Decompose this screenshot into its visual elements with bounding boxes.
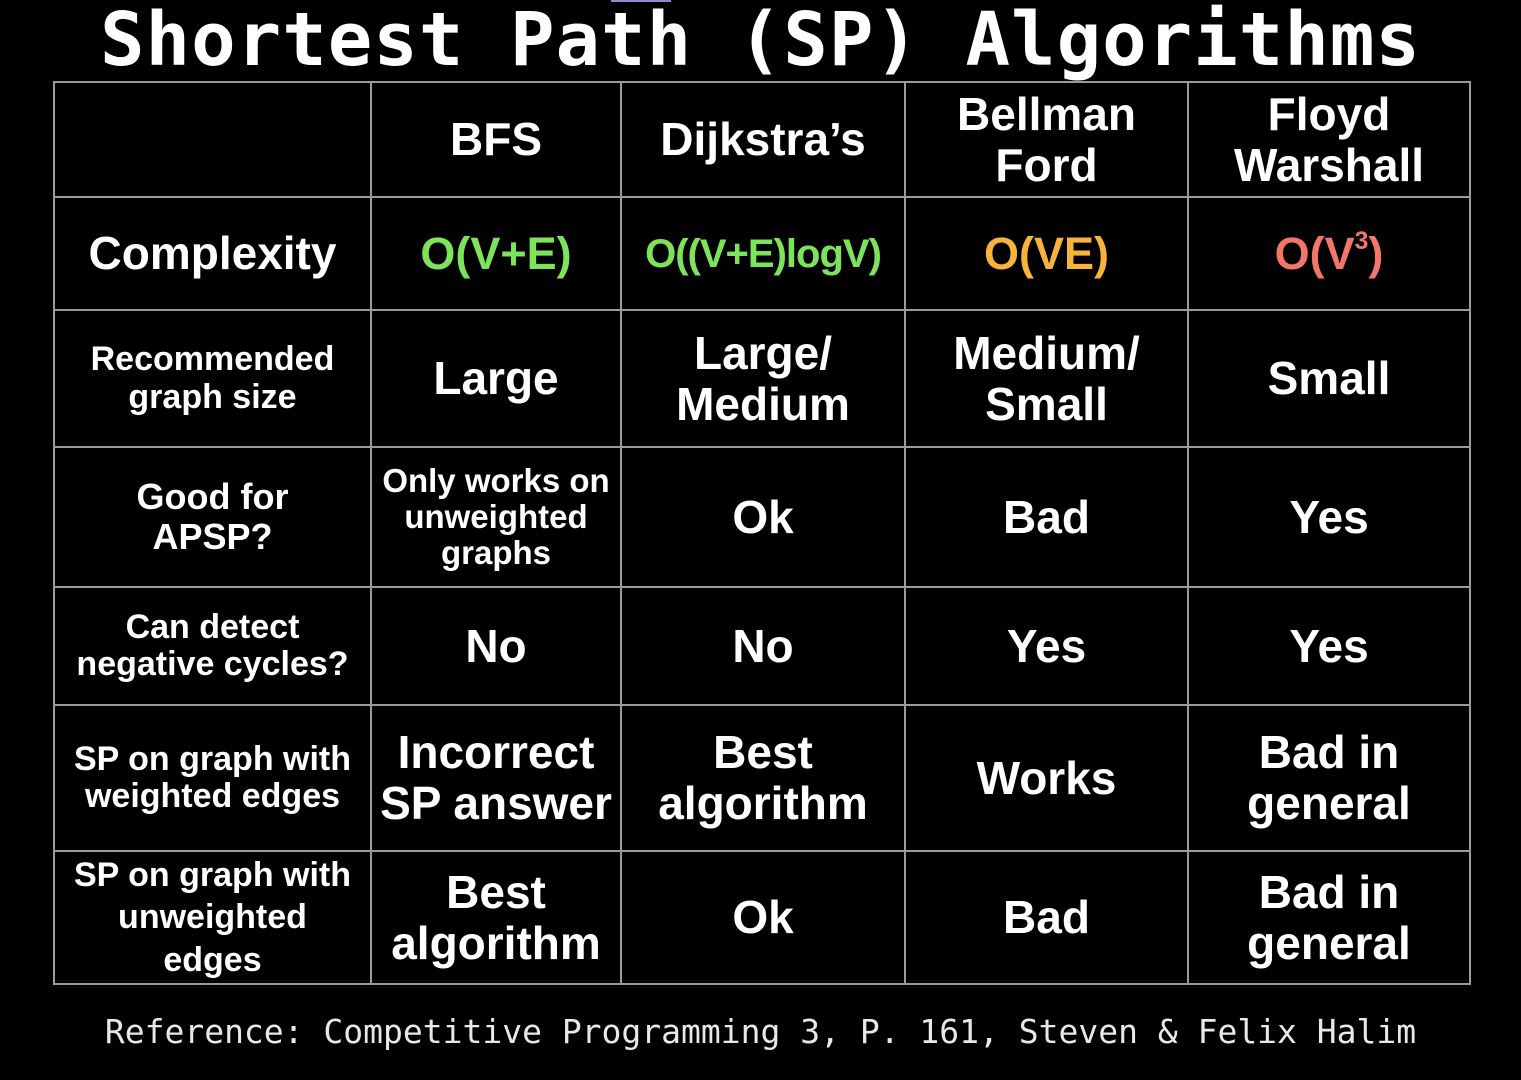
table-row-negative-cycles: Can detect negative cycles? No No Yes Ye… — [53, 586, 1471, 706]
complexity-value: O((V+E)logV) — [645, 231, 882, 276]
header-bellman-ford: Bellman Ford — [904, 81, 1189, 198]
cell-line: Only works on — [382, 461, 610, 499]
cell-line: Large/ — [693, 326, 833, 379]
row-label-line: Recommended — [90, 340, 335, 379]
cell-line: Medium/ — [953, 326, 1140, 379]
cell-floyd-warshall: Small — [1187, 309, 1471, 448]
complexity-floyd-warshall: O(V3) — [1187, 196, 1471, 311]
cell-line: algorithm — [658, 777, 868, 829]
cell-bellman-ford: Yes — [904, 586, 1189, 706]
complexity-value: O(V3) — [1275, 228, 1384, 279]
cell-bfs: Best algorithm — [370, 850, 622, 985]
row-label-unweighted: SP on graph with unweighted edges — [53, 850, 372, 985]
row-label-apsp: Good for APSP? — [53, 446, 372, 588]
header-floyd-warshall-line: Floyd — [1267, 87, 1391, 140]
complexity-close: ) — [1368, 228, 1384, 280]
complexity-base: O(V — [1274, 228, 1355, 280]
header-bfs: BFS — [370, 81, 622, 198]
row-label-line: Can detect — [125, 607, 300, 646]
cell-bfs: Only works on unweighted graphs — [370, 446, 622, 588]
cell-line: Bad in — [1258, 726, 1400, 779]
cell-line: Best — [713, 726, 813, 779]
cell-line: Best — [446, 865, 546, 918]
cell-floyd-warshall: Yes — [1187, 446, 1471, 588]
cell-line: Incorrect — [397, 726, 595, 779]
cell-line: algorithm — [391, 916, 601, 969]
row-label-line: graph size — [128, 377, 297, 416]
cell-line: Yes — [1006, 619, 1087, 672]
cell-bellman-ford: Bad — [904, 850, 1189, 985]
complexity-row: Complexity O(V+E) O((V+E)logV) O(VE) O(V… — [53, 196, 1471, 311]
cell-line: general — [1247, 777, 1411, 829]
cell-line: Bad — [1003, 490, 1090, 543]
complexity-exponent: 3 — [1354, 228, 1369, 256]
complexity-dijkstra: O((V+E)logV) — [620, 196, 906, 311]
cell-line: Works — [976, 751, 1117, 804]
cell-bfs: Large — [370, 309, 622, 448]
cell-line: Large — [433, 352, 559, 405]
header-floyd-warshall-line: Warshall — [1233, 138, 1425, 191]
cell-floyd-warshall: Bad in general — [1187, 850, 1471, 985]
cell-line: Yes — [1289, 619, 1369, 672]
row-label-negative-cycles: Can detect negative cycles? — [53, 586, 372, 706]
row-label-complexity: Complexity — [53, 196, 372, 311]
table-row-graph-size: Recommended graph size Large Large/Mediu… — [53, 309, 1471, 448]
cell-line: Small — [985, 377, 1108, 430]
complexity-value: O(VE) — [983, 227, 1109, 279]
cell-line: Ok — [732, 891, 794, 944]
cell-floyd-warshall: Bad in general — [1187, 704, 1471, 852]
row-label-line: unweighted — [118, 898, 307, 937]
comparison-table: BFS Dijkstra’s Bellman Ford Floyd Warsha… — [53, 81, 1471, 985]
cell-bellman-ford: Works — [904, 704, 1189, 852]
row-label-line: negative cycles? — [76, 645, 349, 683]
cell-line: Small — [1267, 352, 1391, 405]
cell-line: Bad — [1003, 891, 1090, 944]
header-floyd-warshall: Floyd Warshall — [1187, 81, 1471, 198]
row-label-line: weighted edges — [84, 777, 341, 815]
row-label-line: SP on graph with — [73, 855, 352, 894]
row-label-weighted: SP on graph with weighted edges — [53, 704, 372, 852]
cell-line: unweighted — [404, 497, 588, 535]
cell-dijkstra: Large/Medium — [620, 309, 906, 448]
row-label-graph-size: Recommended graph size — [53, 309, 372, 448]
slide-title: Shortest Path (SP) Algorithms — [99, 0, 1421, 83]
cell-dijkstra: Best algorithm — [620, 704, 906, 852]
cell-floyd-warshall: Yes — [1187, 586, 1471, 706]
complexity-value: O(V+E) — [420, 227, 572, 279]
complexity-bfs: O(V+E) — [370, 196, 622, 311]
header-dijkstra-line: Dijkstra’s — [660, 113, 866, 166]
complexity-bellman-ford: O(VE) — [904, 196, 1189, 311]
cell-bellman-ford: Medium/Small — [904, 309, 1189, 448]
header-dijkstra: Dijkstra’s — [620, 81, 906, 198]
cell-line: Medium — [676, 377, 850, 430]
corner-cell — [53, 81, 372, 198]
cell-dijkstra: No — [620, 586, 906, 706]
cell-line: general — [1247, 916, 1411, 969]
table-row-weighted: SP on graph with weighted edges Incorrec… — [53, 704, 1471, 852]
cell-bfs: No — [370, 586, 622, 706]
header-bellman-ford-line: Bellman — [957, 87, 1136, 140]
cell-line: Bad in — [1258, 865, 1400, 918]
reference-footer: Reference: Competitive Programming 3, P.… — [104, 1012, 1417, 1051]
cell-dijkstra: Ok — [620, 850, 906, 985]
cell-bfs: Incorrect SP answer — [370, 704, 622, 852]
header-bellman-ford-line: Ford — [995, 138, 1098, 191]
table-row-unweighted: SP on graph with unweighted edges Best al… — [53, 850, 1471, 985]
row-label-line: SP on graph with — [73, 739, 352, 778]
cell-dijkstra: Ok — [620, 446, 906, 588]
cell-line: No — [732, 619, 794, 672]
cell-line: SP answer — [380, 777, 612, 829]
header-bfs-line: BFS — [450, 113, 542, 166]
cell-bellman-ford: Bad — [904, 446, 1189, 588]
header-row: BFS Dijkstra’s Bellman Ford Floyd Warsha… — [53, 81, 1471, 198]
cell-line: Yes — [1289, 490, 1369, 543]
row-label-line: APSP? — [152, 516, 273, 557]
table-row-apsp: Good for APSP? Only works on unweighted gr… — [53, 446, 1471, 588]
cell-line: graphs — [440, 534, 552, 572]
cell-line: No — [465, 619, 527, 672]
cell-line: Ok — [732, 490, 794, 543]
row-label-line: edges — [163, 940, 262, 979]
row-label-line: Good for — [136, 476, 289, 518]
